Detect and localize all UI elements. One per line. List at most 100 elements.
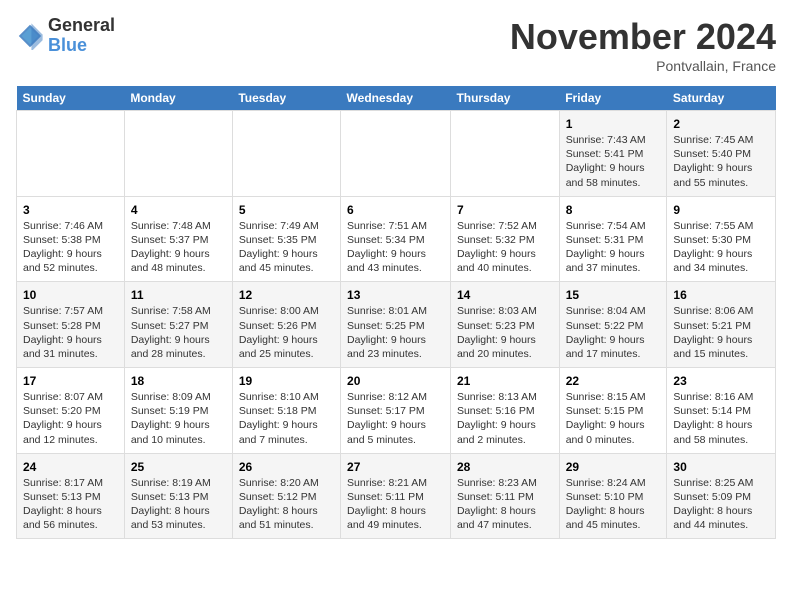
day-info: Sunrise: 8:16 AMSunset: 5:14 PMDaylight:… xyxy=(673,390,769,447)
calendar-day-header: Wednesday xyxy=(341,86,451,111)
calendar-day-header: Sunday xyxy=(17,86,125,111)
day-info: Sunrise: 8:17 AMSunset: 5:13 PMDaylight:… xyxy=(23,476,118,533)
calendar-table: SundayMondayTuesdayWednesdayThursdayFrid… xyxy=(16,86,776,539)
day-number: 4 xyxy=(131,203,226,217)
day-number: 15 xyxy=(566,288,661,302)
calendar-cell xyxy=(17,111,125,197)
calendar-cell: 26 Sunrise: 8:20 AMSunset: 5:12 PMDayligh… xyxy=(232,453,340,539)
day-number: 29 xyxy=(566,460,661,474)
logo-text: General Blue xyxy=(48,16,115,56)
day-number: 6 xyxy=(347,203,444,217)
logo: General Blue xyxy=(16,16,115,56)
calendar-cell: 15 Sunrise: 8:04 AMSunset: 5:22 PMDayligh… xyxy=(559,282,667,368)
calendar-cell: 1 Sunrise: 7:43 AMSunset: 5:41 PMDaylight… xyxy=(559,111,667,197)
logo-icon xyxy=(16,22,44,50)
day-info: Sunrise: 8:13 AMSunset: 5:16 PMDaylight:… xyxy=(457,390,553,447)
calendar-cell: 27Sunrise: 8:21 AMSunset: 5:11 PMDayligh… xyxy=(341,453,451,539)
calendar-cell xyxy=(450,111,559,197)
calendar-cell: 24 Sunrise: 8:17 AMSunset: 5:13 PMDayligh… xyxy=(17,453,125,539)
calendar-week-row: 10 Sunrise: 7:57 AMSunset: 5:28 PMDayligh… xyxy=(17,282,776,368)
day-number: 17 xyxy=(23,374,118,388)
calendar-cell: 25Sunrise: 8:19 AMSunset: 5:13 PMDayligh… xyxy=(124,453,232,539)
day-number: 10 xyxy=(23,288,118,302)
calendar-week-row: 24 Sunrise: 8:17 AMSunset: 5:13 PMDayligh… xyxy=(17,453,776,539)
calendar-cell: 29 Sunrise: 8:24 AMSunset: 5:10 PMDayligh… xyxy=(559,453,667,539)
day-number: 8 xyxy=(566,203,661,217)
day-info: Sunrise: 8:25 AMSunset: 5:09 PMDaylight:… xyxy=(673,476,769,533)
calendar-day-header: Thursday xyxy=(450,86,559,111)
calendar-cell: 4 Sunrise: 7:48 AMSunset: 5:37 PMDaylight… xyxy=(124,196,232,282)
calendar-cell: 9 Sunrise: 7:55 AMSunset: 5:30 PMDaylight… xyxy=(667,196,776,282)
title-section: November 2024 Pontvallain, France xyxy=(510,16,776,74)
day-info: Sunrise: 8:24 AMSunset: 5:10 PMDaylight:… xyxy=(566,476,661,533)
day-number: 20 xyxy=(347,374,444,388)
day-number: 13 xyxy=(347,288,444,302)
day-info: Sunrise: 7:45 AMSunset: 5:40 PMDaylight:… xyxy=(673,133,769,190)
calendar-cell: 16Sunrise: 8:06 AMSunset: 5:21 PMDayligh… xyxy=(667,282,776,368)
calendar-header-row: SundayMondayTuesdayWednesdayThursdayFrid… xyxy=(17,86,776,111)
day-info: Sunrise: 8:04 AMSunset: 5:22 PMDaylight:… xyxy=(566,304,661,361)
day-number: 7 xyxy=(457,203,553,217)
day-number: 2 xyxy=(673,117,769,131)
day-info: Sunrise: 8:12 AMSunset: 5:17 PMDaylight:… xyxy=(347,390,444,447)
day-info: Sunrise: 7:52 AMSunset: 5:32 PMDaylight:… xyxy=(457,219,553,276)
day-number: 19 xyxy=(239,374,334,388)
day-number: 23 xyxy=(673,374,769,388)
calendar-day-header: Saturday xyxy=(667,86,776,111)
calendar-cell xyxy=(124,111,232,197)
day-info: Sunrise: 7:54 AMSunset: 5:31 PMDaylight:… xyxy=(566,219,661,276)
day-number: 24 xyxy=(23,460,118,474)
day-info: Sunrise: 8:01 AMSunset: 5:25 PMDaylight:… xyxy=(347,304,444,361)
logo-general: General xyxy=(48,16,115,36)
calendar-cell: 2 Sunrise: 7:45 AMSunset: 5:40 PMDaylight… xyxy=(667,111,776,197)
calendar-cell: 17Sunrise: 8:07 AMSunset: 5:20 PMDayligh… xyxy=(17,368,125,454)
day-number: 1 xyxy=(566,117,661,131)
day-number: 12 xyxy=(239,288,334,302)
day-number: 27 xyxy=(347,460,444,474)
calendar-cell: 10 Sunrise: 7:57 AMSunset: 5:28 PMDayligh… xyxy=(17,282,125,368)
calendar-cell: 8 Sunrise: 7:54 AMSunset: 5:31 PMDaylight… xyxy=(559,196,667,282)
calendar-day-header: Friday xyxy=(559,86,667,111)
calendar-cell: 11Sunrise: 7:58 AMSunset: 5:27 PMDayligh… xyxy=(124,282,232,368)
calendar-cell: 18Sunrise: 8:09 AMSunset: 5:19 PMDayligh… xyxy=(124,368,232,454)
day-number: 22 xyxy=(566,374,661,388)
day-number: 14 xyxy=(457,288,553,302)
day-info: Sunrise: 8:23 AMSunset: 5:11 PMDaylight:… xyxy=(457,476,553,533)
calendar-week-row: 3Sunrise: 7:46 AMSunset: 5:38 PMDaylight… xyxy=(17,196,776,282)
calendar-cell: 23 Sunrise: 8:16 AMSunset: 5:14 PMDayligh… xyxy=(667,368,776,454)
day-number: 28 xyxy=(457,460,553,474)
calendar-cell: 13 Sunrise: 8:01 AMSunset: 5:25 PMDayligh… xyxy=(341,282,451,368)
day-number: 21 xyxy=(457,374,553,388)
calendar-cell xyxy=(232,111,340,197)
day-number: 26 xyxy=(239,460,334,474)
day-info: Sunrise: 7:57 AMSunset: 5:28 PMDaylight:… xyxy=(23,304,118,361)
calendar-cell: 30 Sunrise: 8:25 AMSunset: 5:09 PMDayligh… xyxy=(667,453,776,539)
logo-blue: Blue xyxy=(48,36,115,56)
calendar-cell: 21 Sunrise: 8:13 AMSunset: 5:16 PMDayligh… xyxy=(450,368,559,454)
day-info: Sunrise: 7:55 AMSunset: 5:30 PMDaylight:… xyxy=(673,219,769,276)
day-info: Sunrise: 7:49 AMSunset: 5:35 PMDaylight:… xyxy=(239,219,334,276)
day-number: 5 xyxy=(239,203,334,217)
calendar-cell: 22Sunrise: 8:15 AMSunset: 5:15 PMDayligh… xyxy=(559,368,667,454)
calendar-cell: 28 Sunrise: 8:23 AMSunset: 5:11 PMDayligh… xyxy=(450,453,559,539)
day-info: Sunrise: 7:43 AMSunset: 5:41 PMDaylight:… xyxy=(566,133,661,190)
calendar-cell: 12Sunrise: 8:00 AMSunset: 5:26 PMDayligh… xyxy=(232,282,340,368)
day-info: Sunrise: 7:51 AMSunset: 5:34 PMDaylight:… xyxy=(347,219,444,276)
calendar-cell: 5 Sunrise: 7:49 AMSunset: 5:35 PMDaylight… xyxy=(232,196,340,282)
calendar-cell: 7 Sunrise: 7:52 AMSunset: 5:32 PMDaylight… xyxy=(450,196,559,282)
month-title: November 2024 xyxy=(510,16,776,58)
calendar-cell: 14Sunrise: 8:03 AMSunset: 5:23 PMDayligh… xyxy=(450,282,559,368)
day-info: Sunrise: 8:20 AMSunset: 5:12 PMDaylight:… xyxy=(239,476,334,533)
day-number: 9 xyxy=(673,203,769,217)
day-info: Sunrise: 7:58 AMSunset: 5:27 PMDaylight:… xyxy=(131,304,226,361)
day-number: 30 xyxy=(673,460,769,474)
day-number: 3 xyxy=(23,203,118,217)
day-info: Sunrise: 8:09 AMSunset: 5:19 PMDaylight:… xyxy=(131,390,226,447)
day-info: Sunrise: 7:48 AMSunset: 5:37 PMDaylight:… xyxy=(131,219,226,276)
calendar-cell xyxy=(341,111,451,197)
day-number: 16 xyxy=(673,288,769,302)
calendar-cell: 3Sunrise: 7:46 AMSunset: 5:38 PMDaylight… xyxy=(17,196,125,282)
day-info: Sunrise: 8:19 AMSunset: 5:13 PMDaylight:… xyxy=(131,476,226,533)
calendar-cell: 20 Sunrise: 8:12 AMSunset: 5:17 PMDayligh… xyxy=(341,368,451,454)
day-info: Sunrise: 8:10 AMSunset: 5:18 PMDaylight:… xyxy=(239,390,334,447)
